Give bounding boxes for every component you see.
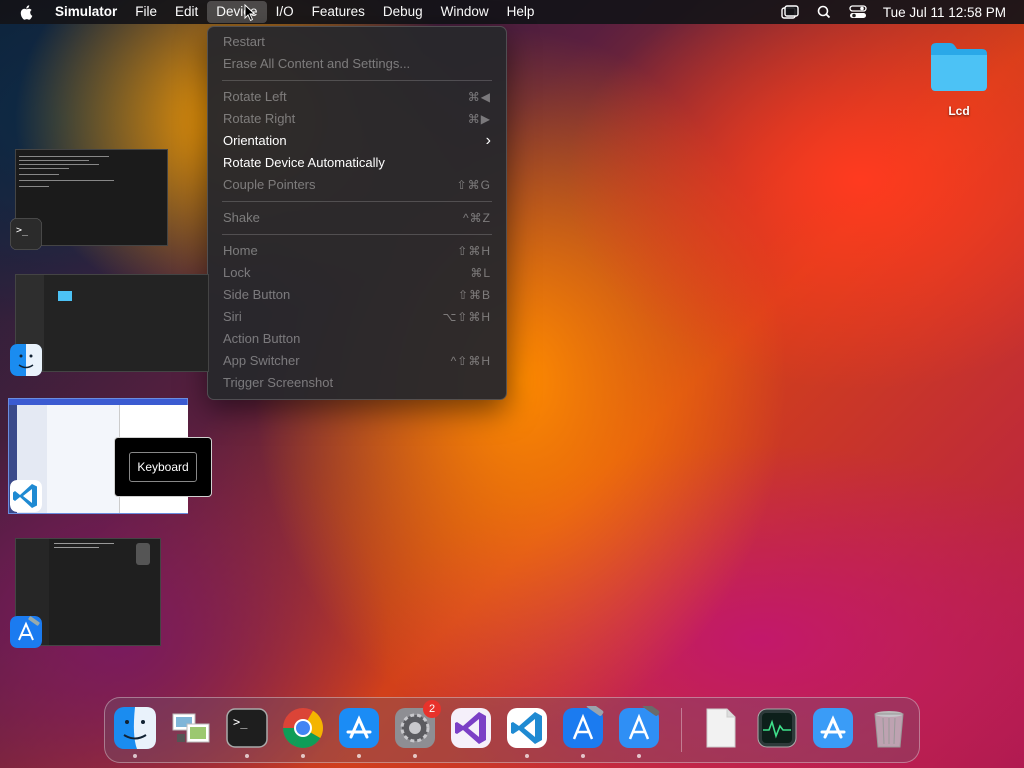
running-indicator (245, 754, 249, 758)
menu-device[interactable]: Device (207, 1, 267, 23)
terminal-app-icon[interactable]: >_ (10, 218, 42, 250)
running-indicator (525, 754, 529, 758)
menu-item-shake[interactable]: Shake ^⌘Z (223, 207, 491, 229)
finder-app-icon[interactable] (10, 344, 42, 376)
running-indicator (637, 754, 641, 758)
dock-system-preferences[interactable]: 2 (393, 700, 441, 758)
running-indicator (301, 754, 305, 758)
menu-edit[interactable]: Edit (166, 1, 207, 23)
menu-window[interactable]: Window (432, 1, 498, 23)
activity-monitor-icon (757, 708, 797, 748)
trash-icon (874, 711, 904, 748)
menu-item-couple-pointers[interactable]: Couple Pointers ⇧⌘G (223, 174, 491, 196)
vscode-app-icon[interactable] (10, 480, 42, 512)
xcode-app-icon[interactable] (10, 616, 42, 648)
terminal-icon: >_ (226, 708, 268, 748)
menubar-datetime[interactable]: Tue Jul 11 12:58 PM (883, 5, 1006, 20)
menu-item-restart[interactable]: Restart (223, 31, 491, 53)
running-indicator (357, 754, 361, 758)
desktop-folder[interactable]: Lcd (928, 40, 990, 118)
folder-label: Lcd (948, 104, 970, 118)
apple-icon[interactable] (19, 4, 35, 20)
menu-features[interactable]: Features (303, 1, 374, 23)
app-store-icon (339, 708, 379, 748)
menu-io[interactable]: I/O (267, 1, 303, 23)
dock-chrome[interactable] (281, 706, 325, 758)
chrome-icon (283, 708, 323, 748)
visual-studio-icon (451, 708, 491, 748)
app-store-icon (813, 708, 853, 748)
dock-terminal[interactable]: >_ (225, 706, 269, 758)
search-icon[interactable] (815, 5, 833, 19)
dock-visual-studio[interactable] (449, 706, 493, 750)
dock-trash[interactable] (867, 706, 911, 750)
menu-item-rotate-right[interactable]: Rotate Right ⌘▶ (223, 108, 491, 130)
running-indicator (413, 754, 417, 758)
document-icon (706, 708, 736, 748)
running-indicator (581, 754, 585, 758)
dock-activity-monitor[interactable] (755, 706, 799, 750)
menu-item-erase-all[interactable]: Erase All Content and Settings... (223, 53, 491, 75)
menu-item-side-button[interactable]: Side Button ⇧⌘B (223, 284, 491, 306)
menu-separator (222, 80, 492, 81)
chevron-right-icon: › (485, 132, 491, 149)
keyboard-label: Keyboard (129, 452, 197, 482)
device-menu-dropdown: Restart Erase All Content and Settings..… (207, 26, 507, 400)
menu-debug[interactable]: Debug (374, 1, 432, 23)
xcode-icon (563, 702, 604, 748)
dock-vscode[interactable] (505, 706, 549, 758)
menu-separator (222, 201, 492, 202)
menu-item-rotate-left[interactable]: Rotate Left ⌘◀ (223, 86, 491, 108)
dock-app-store[interactable] (337, 706, 381, 758)
dock-xcode[interactable] (561, 702, 605, 758)
xcode-beta-icon (619, 702, 660, 748)
dock-file[interactable] (699, 706, 743, 750)
svg-text:>_: >_ (16, 225, 29, 236)
folder-icon (931, 43, 987, 91)
finder-window-thumbnail[interactable] (15, 274, 209, 372)
menu-help[interactable]: Help (498, 1, 544, 23)
menu-file[interactable]: File (126, 1, 166, 23)
dock-finder[interactable] (113, 706, 157, 758)
notification-badge: 2 (423, 700, 441, 718)
dock-separator (681, 708, 682, 752)
menu-item-trigger-screenshot[interactable]: Trigger Screenshot (223, 372, 491, 394)
running-indicator (133, 754, 137, 758)
dock-preview[interactable] (169, 706, 213, 750)
mouse-cursor-icon (244, 4, 256, 22)
menu-item-lock[interactable]: Lock ⌘L (223, 262, 491, 284)
menu-item-home[interactable]: Home ⇧⌘H (223, 240, 491, 262)
menu-app-name[interactable]: Simulator (46, 1, 126, 23)
keyboard-tooltip: Keyboard (114, 437, 212, 497)
menu-item-action-button[interactable]: Action Button (223, 328, 491, 350)
menu-item-app-switcher[interactable]: App Switcher ^⇧⌘H (223, 350, 491, 372)
vscode-icon (507, 708, 547, 748)
menu-bar: Simulator File Edit Device I/O Features … (0, 0, 1024, 24)
svg-text:>_: >_ (233, 715, 248, 729)
dock-app-store-beta[interactable] (811, 706, 855, 750)
screen-mirroring-icon[interactable] (781, 5, 799, 19)
menu-item-siri[interactable]: Siri ⌥⇧⌘H (223, 306, 491, 328)
menu-item-rotate-automatically[interactable]: Rotate Device Automatically (223, 152, 491, 174)
finder-icon (114, 707, 156, 749)
menu-item-orientation[interactable]: Orientation › (223, 130, 491, 152)
dock-xcode-beta[interactable] (617, 702, 661, 758)
control-center-icon[interactable] (849, 5, 867, 19)
preview-icon (172, 713, 210, 743)
dock: >_ 2 (104, 697, 920, 763)
menu-separator (222, 234, 492, 235)
